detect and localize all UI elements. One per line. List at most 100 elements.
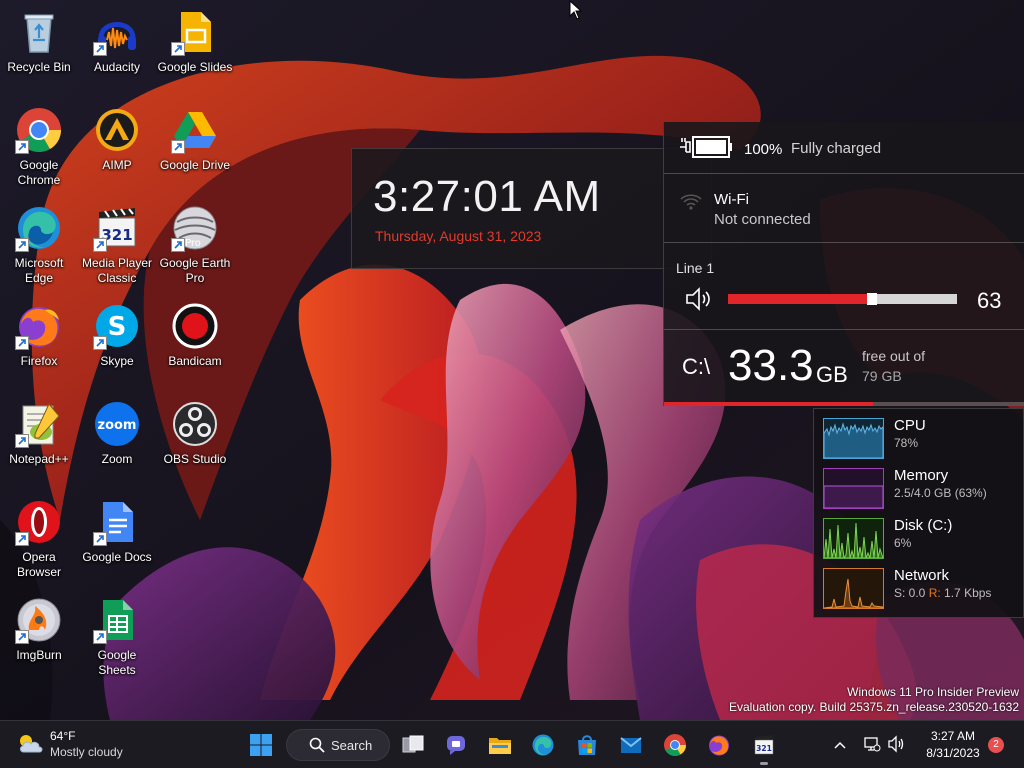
- firefox-icon: [709, 735, 729, 756]
- shortcut-arrow-icon: [15, 140, 29, 154]
- shortcut-arrow-icon: [15, 238, 29, 252]
- shortcut-arrow-icon: [15, 434, 29, 448]
- desktop-icon-zoom[interactable]: zoom Zoom: [78, 394, 156, 488]
- desktop-icon-obs-studio[interactable]: OBS Studio: [156, 394, 234, 488]
- desktop-icon-label: ImgBurn: [16, 648, 62, 662]
- network-send: S: 0.0: [894, 586, 926, 600]
- desktop-icon-google-drive[interactable]: Google Drive: [156, 100, 234, 194]
- mouse-cursor: [569, 0, 583, 20]
- file-explorer-button[interactable]: [484, 729, 516, 761]
- network-recv: 1.7 Kbps: [944, 586, 992, 600]
- search-label: Search: [331, 737, 373, 753]
- edge-icon: [532, 734, 554, 756]
- drive-letter: C:\: [682, 354, 711, 379]
- chrome-taskbar-button[interactable]: [659, 729, 691, 761]
- running-indicator: [760, 762, 768, 765]
- battery-charging-icon: [680, 136, 732, 158]
- desktop-icon-opera[interactable]: Opera Browser: [0, 492, 78, 586]
- panel-divider: [664, 329, 1024, 330]
- desktop-icon-bandicam[interactable]: Bandicam: [156, 296, 234, 390]
- mpc-taskbar-button[interactable]: 321: [748, 729, 780, 765]
- clock-date: Thursday, August 31, 2023: [375, 228, 542, 244]
- shortcut-arrow-icon: [93, 42, 107, 56]
- perf-row-cpu[interactable]: CPU 78%: [814, 409, 1024, 459]
- search-icon: [309, 737, 325, 753]
- perf-row-disk[interactable]: Disk (C:) 6%: [814, 509, 1024, 559]
- desktop-icon-imgburn[interactable]: ImgBurn: [0, 590, 78, 684]
- desktop-icon-media-player-classic[interactable]: 321 Media Player Classic: [78, 198, 156, 292]
- chevron-up-icon[interactable]: [832, 737, 848, 753]
- desktop-icon-aimp[interactable]: AIMP: [78, 100, 156, 194]
- desktop-icon-google-chrome[interactable]: Google Chrome: [0, 100, 78, 194]
- wifi-name: Wi-Fi: [714, 191, 749, 208]
- network-label: Network: [894, 567, 950, 584]
- panel-divider: [664, 173, 1024, 174]
- wifi-icon: [680, 194, 702, 210]
- desktop-icon-google-slides[interactable]: Google Slides: [156, 2, 234, 96]
- obs-icon: [173, 402, 217, 446]
- mail-button[interactable]: [615, 729, 647, 761]
- desktop-icon-microsoft-edge[interactable]: Microsoft Edge: [0, 198, 78, 292]
- recycle-bin-icon: [24, 14, 54, 53]
- desktop-icon-label: Media Player Classic: [81, 256, 153, 285]
- desktop-icon-google-docs[interactable]: Google Docs: [78, 492, 156, 586]
- shortcut-arrow-icon: [93, 532, 107, 546]
- desktop-icon-notepadpp[interactable]: Notepad++: [0, 394, 78, 488]
- volume-icon[interactable]: [887, 735, 905, 753]
- speaker-volume-icon[interactable]: [685, 287, 713, 311]
- desktop-icon-label: Google Slides: [157, 60, 233, 74]
- volume-slider[interactable]: [728, 293, 957, 305]
- desktop-icon-label: Google Earth Pro: [159, 256, 231, 285]
- desktop-icon-label: Bandicam: [168, 354, 222, 368]
- network-value: S: 0.0 R: 1.7 Kbps: [894, 586, 991, 600]
- shortcut-arrow-icon: [15, 336, 29, 350]
- desktop-icon-google-earth-pro[interactable]: Pro Google Earth Pro: [156, 198, 234, 292]
- aimp-icon: [96, 109, 138, 151]
- bandicam-icon: [172, 303, 218, 349]
- desktop-icon-label: Notepad++: [9, 452, 69, 466]
- edge-taskbar-button[interactable]: [527, 729, 559, 761]
- task-view-icon: [402, 735, 424, 753]
- desktop-icon-google-sheets[interactable]: Google Sheets: [78, 590, 156, 684]
- start-button[interactable]: [245, 729, 277, 761]
- desktop-icon-skype[interactable]: S Skype: [78, 296, 156, 390]
- shortcut-arrow-icon: [93, 630, 107, 644]
- battery-percent: 100%: [744, 141, 783, 158]
- network-graph: [823, 568, 884, 609]
- system-status-panel: 100% Fully charged Wi-Fi Not connected L…: [663, 122, 1024, 406]
- disk-label: Disk (C:): [894, 517, 953, 534]
- desktop-icon-firefox[interactable]: Firefox: [0, 296, 78, 390]
- chat-icon: [447, 736, 465, 755]
- desktop-icon-label: Zoom: [101, 452, 133, 466]
- chrome-icon: [664, 734, 686, 756]
- desktop-icon-recycle-bin[interactable]: Recycle Bin: [0, 2, 78, 96]
- memory-graph: [823, 468, 884, 509]
- mail-icon: [620, 737, 642, 753]
- watermark-build: Evaluation copy. Build 25375.zn_release.…: [729, 700, 1019, 714]
- teams-chat-button[interactable]: [440, 729, 472, 761]
- drive-free-space: 33.3: [728, 341, 814, 390]
- perf-row-network[interactable]: Network S: 0.0 R: 1.7 Kbps: [814, 559, 1024, 609]
- disk-value: 6%: [894, 536, 912, 550]
- cpu-value: 78%: [894, 436, 919, 450]
- task-view-button[interactable]: [397, 729, 429, 761]
- volume-slider-thumb[interactable]: [867, 293, 878, 305]
- notification-badge[interactable]: 2: [988, 737, 1004, 753]
- taskbar-search-box[interactable]: Search: [286, 729, 390, 761]
- shortcut-arrow-icon: [93, 336, 107, 350]
- perf-row-memory[interactable]: Memory 2.5/4.0 GB (63%): [814, 459, 1024, 509]
- wifi-status: Not connected: [714, 211, 811, 228]
- network-icon[interactable]: [863, 735, 881, 753]
- desktop-icon-label: Audacity: [93, 60, 141, 74]
- desktop-icon-audacity[interactable]: Audacity: [78, 2, 156, 96]
- start-icon: [250, 734, 272, 756]
- clock-widget[interactable]: 3:27:01 AM Thursday, August 31, 2023: [351, 148, 712, 269]
- clock-time: 3:27:01 AM: [373, 172, 601, 221]
- store-button[interactable]: [571, 729, 603, 761]
- weather-temperature: 64°F: [50, 729, 76, 743]
- memory-value: 2.5/4.0 GB (63%): [894, 486, 987, 500]
- firefox-taskbar-button[interactable]: [703, 729, 735, 761]
- cpu-graph: [823, 418, 884, 459]
- zoom-icon: zoom: [95, 402, 139, 446]
- desktop-icon-label: Google Sheets: [97, 648, 137, 677]
